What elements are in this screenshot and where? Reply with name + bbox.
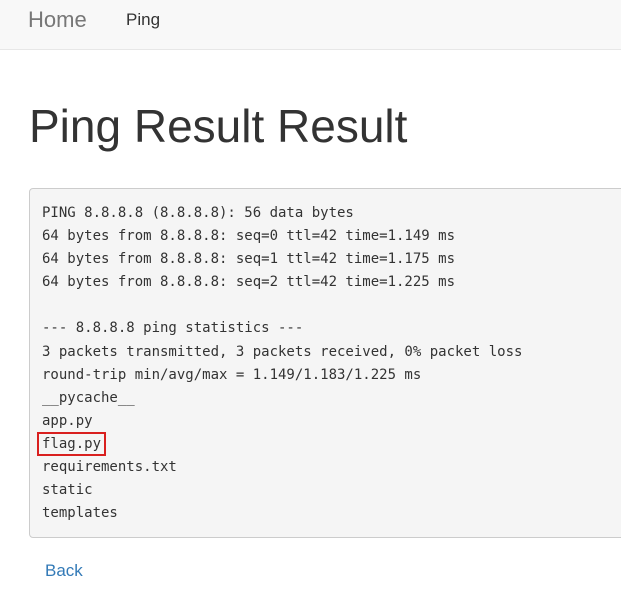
output-line-flag: flag.py <box>36 431 621 456</box>
page-title: Ping Result Result <box>29 100 408 152</box>
output-line: requirements.txt <box>42 459 177 476</box>
output-line: templates <box>42 505 118 522</box>
navbar: Home Ping <box>0 0 621 50</box>
output-line: 3 packets transmitted, 3 packets receive… <box>42 343 523 360</box>
home-link[interactable]: Home <box>28 7 87 33</box>
output-line: app.py <box>42 412 93 429</box>
output-line: 64 bytes from 8.8.8.8: seq=1 ttl=42 time… <box>42 251 456 268</box>
back-link[interactable]: Back <box>45 560 83 582</box>
output-line: round-trip min/avg/max = 1.149/1.183/1.2… <box>42 366 422 383</box>
ping-output: PING 8.8.8.8 (8.8.8.8): 56 data bytes 64… <box>29 188 621 538</box>
output-line: PING 8.8.8.8 (8.8.8.8): 56 data bytes <box>42 205 354 221</box>
output-line: __pycache__ <box>42 389 135 406</box>
output-line: 64 bytes from 8.8.8.8: seq=2 ttl=42 time… <box>42 274 456 291</box>
nav-link-ping[interactable]: Ping <box>126 9 160 31</box>
output-line: 64 bytes from 8.8.8.8: seq=0 ttl=42 time… <box>42 228 456 245</box>
output-line: --- 8.8.8.8 ping statistics --- <box>42 320 304 337</box>
output-line-blank <box>42 294 621 317</box>
highlighted-flag-file: flag.py <box>36 431 107 456</box>
output-line: static <box>42 482 93 499</box>
